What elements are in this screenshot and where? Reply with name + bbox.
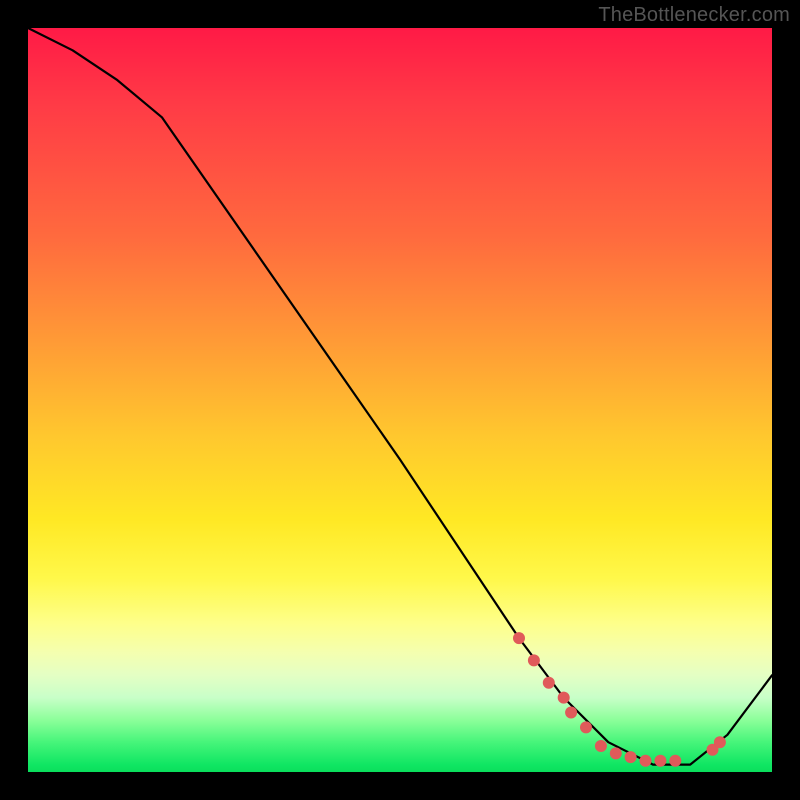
plot-area xyxy=(28,28,772,772)
data-marker xyxy=(714,736,726,748)
curve-layer xyxy=(28,28,772,772)
data-marker xyxy=(513,632,525,644)
bottleneck-curve xyxy=(28,28,772,765)
data-marker xyxy=(580,721,592,733)
data-marker xyxy=(669,755,681,767)
data-marker xyxy=(640,755,652,767)
watermark-label: TheBottlenecker.com xyxy=(598,4,790,27)
data-marker xyxy=(595,740,607,752)
data-marker xyxy=(543,677,555,689)
data-marker xyxy=(558,692,570,704)
data-marker xyxy=(625,751,637,763)
chart-frame: TheBottlenecker.com xyxy=(0,0,800,800)
data-marker xyxy=(654,755,666,767)
data-marker xyxy=(565,707,577,719)
data-marker xyxy=(528,654,540,666)
data-marker xyxy=(610,747,622,759)
